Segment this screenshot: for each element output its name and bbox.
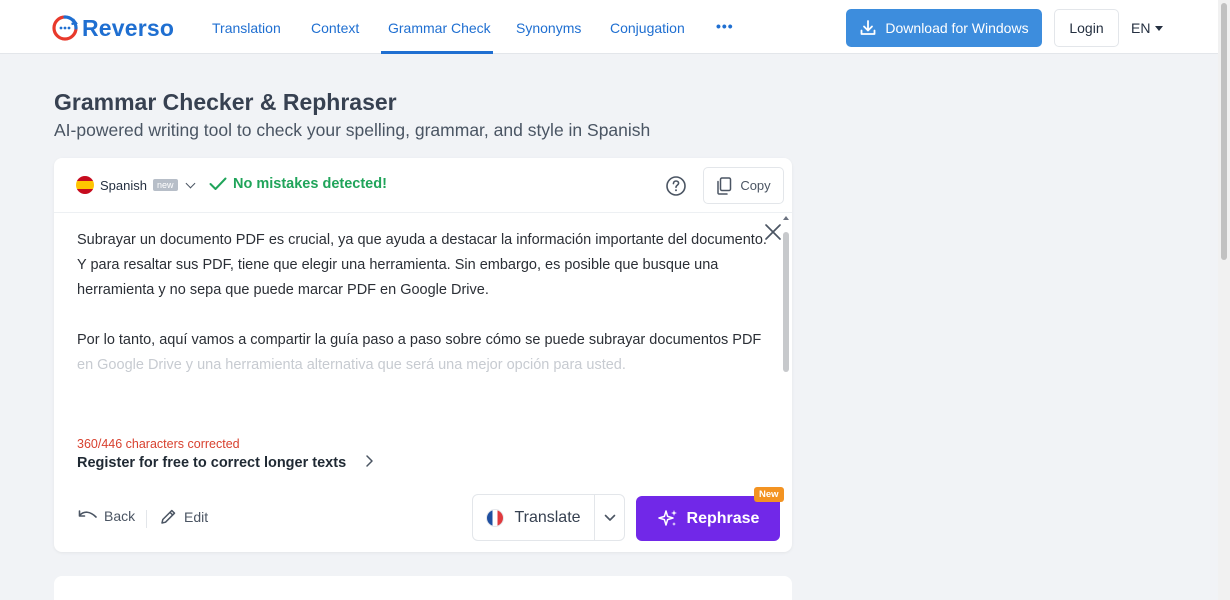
language-selector[interactable]: Spanish new xyxy=(76,176,195,194)
login-button[interactable]: Login xyxy=(1054,9,1119,47)
back-label: Back xyxy=(104,508,136,524)
scroll-up-arrow-icon[interactable] xyxy=(783,216,789,220)
france-flag-icon xyxy=(486,508,505,527)
grammar-editor-card: Spanish new No mistakes detected! Copy S… xyxy=(54,158,792,552)
reverso-logo-icon xyxy=(52,15,78,41)
download-label: Download for Windows xyxy=(885,20,1029,36)
edit-button[interactable]: Edit xyxy=(160,508,208,525)
translate-language-dropdown[interactable] xyxy=(595,495,625,540)
checkmark-icon xyxy=(209,177,227,190)
register-link[interactable]: Register for free to correct longer text… xyxy=(77,455,346,471)
secondary-card xyxy=(54,576,792,600)
translate-button[interactable]: Translate xyxy=(473,495,594,540)
pencil-icon xyxy=(161,509,176,524)
language-label: Spanish xyxy=(100,177,147,193)
nav-grammar-check[interactable]: Grammar Check xyxy=(388,20,491,36)
chevron-down-icon xyxy=(185,178,195,188)
characters-corrected-count: 360/446 characters corrected xyxy=(77,437,240,451)
copy-button[interactable]: Copy xyxy=(703,167,784,204)
language-new-badge: new xyxy=(152,179,178,191)
nav-conjugation[interactable]: Conjugation xyxy=(610,20,685,36)
text-paragraph-1: Subrayar un documento PDF es crucial, ya… xyxy=(77,232,767,298)
download-icon xyxy=(861,20,876,35)
nav-context[interactable]: Context xyxy=(311,20,359,36)
top-navigation-bar: Reverso Translation Context Grammar Chec… xyxy=(0,0,1218,54)
nav-more-icon[interactable]: ••• xyxy=(716,18,734,34)
text-scrollbar-thumb[interactable] xyxy=(783,232,789,372)
status-text: No mistakes detected! xyxy=(233,176,387,192)
editor-text-area[interactable]: Subrayar un documento PDF es crucial, ya… xyxy=(77,228,767,403)
nav-active-indicator xyxy=(381,51,493,54)
back-button[interactable]: Back xyxy=(78,508,135,524)
translate-button-group: Translate xyxy=(472,494,625,541)
page-title: Grammar Checker & Rephraser xyxy=(54,89,397,115)
reverso-logo[interactable]: Reverso xyxy=(52,13,174,43)
sparkle-icon xyxy=(657,509,677,526)
page-subtitle: AI-powered writing tool to check your sp… xyxy=(54,120,651,140)
action-divider xyxy=(146,510,147,528)
logo-text: Reverso xyxy=(82,14,175,41)
text-paragraph-2-unchecked: en Google Drive y una herramienta altern… xyxy=(77,357,626,373)
rephrase-new-badge: New xyxy=(754,487,784,502)
text-paragraph-2: Por lo tanto, aquí vamos a compartir la … xyxy=(77,328,767,378)
text-paragraph-2-checked: Por lo tanto, aquí vamos a compartir la … xyxy=(77,332,762,348)
rephrase-label: Rephrase xyxy=(686,509,760,527)
nav-translation[interactable]: Translation xyxy=(212,20,281,36)
copy-label: Copy xyxy=(740,178,771,193)
spain-flag-icon xyxy=(76,176,94,194)
interface-language-select[interactable]: EN xyxy=(1131,20,1164,36)
nav-synonyms[interactable]: Synonyms xyxy=(516,20,581,36)
help-icon[interactable] xyxy=(665,175,687,197)
undo-arrow-icon xyxy=(78,510,97,518)
caret-down-icon xyxy=(1155,25,1164,31)
page-scrollbar-thumb[interactable] xyxy=(1221,3,1227,260)
rephrase-button[interactable]: Rephrase xyxy=(636,496,780,541)
copy-icon xyxy=(717,176,732,195)
interface-language-label: EN xyxy=(1131,20,1151,36)
edit-label: Edit xyxy=(184,508,209,525)
translate-label: Translate xyxy=(514,508,581,526)
download-windows-button[interactable]: Download for Windows xyxy=(846,9,1042,47)
chevron-down-icon xyxy=(604,514,616,521)
chevron-right-icon[interactable] xyxy=(362,454,376,468)
status-message: No mistakes detected! xyxy=(209,176,387,192)
editor-header: Spanish new No mistakes detected! Copy xyxy=(54,158,792,213)
